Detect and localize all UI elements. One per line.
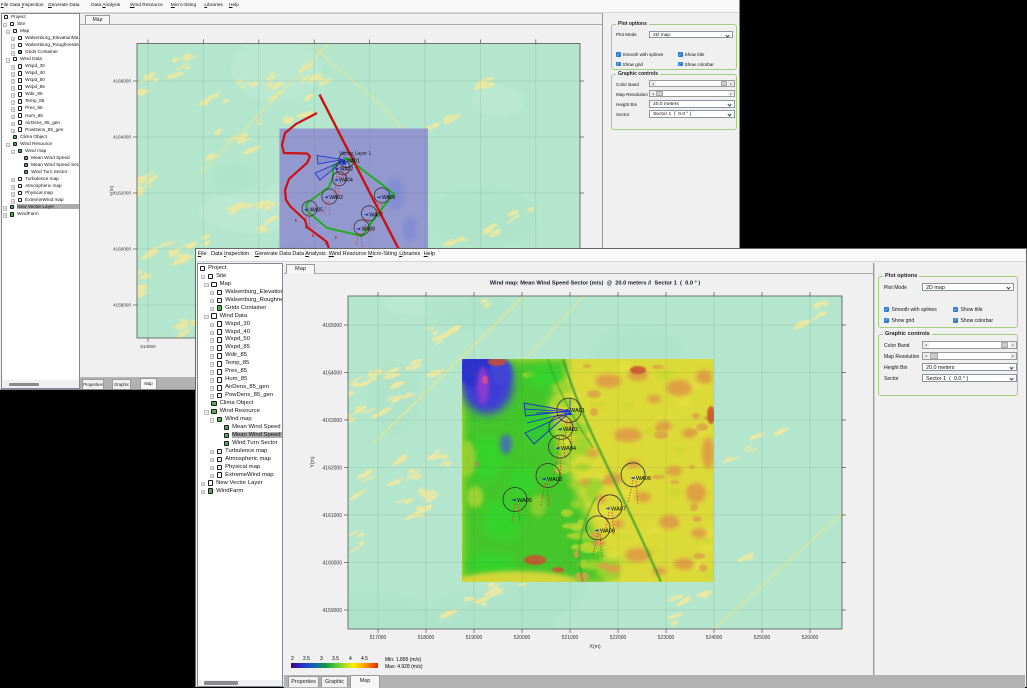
svg-text:525000: 525000 [754,635,771,641]
svg-text:WA05: WA05 [310,207,324,213]
svg-text:4162000: 4162000 [113,191,131,196]
svg-text:4163000: 4163000 [323,417,343,423]
svg-text:4162000: 4162000 [323,465,343,471]
svg-text:WA05: WA05 [517,497,532,503]
svg-text:WA06: WA06 [382,195,396,201]
svg-text:518000: 518000 [418,635,435,641]
svg-text:517000: 517000 [370,635,387,641]
svg-text:WA02: WA02 [340,167,354,173]
svg-text:526000: 526000 [802,635,819,641]
svg-text:Y(m): Y(m) [310,456,316,468]
svg-text:4166000: 4166000 [113,79,131,84]
svg-text:WA07: WA07 [611,506,626,512]
svg-text:WA03: WA03 [547,476,562,482]
svg-text:4158000: 4158000 [113,303,131,308]
svg-text:WA02: WA02 [563,427,578,433]
svg-text:WA08: WA08 [362,227,376,233]
svg-text:4160000: 4160000 [113,247,131,252]
svg-text:WA03: WA03 [329,195,343,201]
svg-text:Y(m): Y(m) [109,185,115,196]
svg-text:522000: 522000 [610,635,627,641]
svg-text:WA08: WA08 [600,528,615,534]
svg-text:4164000: 4164000 [113,135,131,140]
svg-text:X(m): X(m) [589,644,601,650]
svg-text:WA01: WA01 [570,407,585,413]
svg-text:WA04: WA04 [339,178,353,184]
svg-text:4159000: 4159000 [323,607,343,613]
svg-text:4164000: 4164000 [323,370,343,376]
svg-text:521000: 521000 [562,635,579,641]
svg-text:WA04: WA04 [561,446,576,452]
svg-text:519000: 519000 [466,635,483,641]
svg-text:523000: 523000 [658,635,675,641]
svg-text:4165000: 4165000 [323,322,343,328]
svg-text:520000: 520000 [514,635,531,641]
svg-text:WA01: WA01 [347,159,361,165]
svg-text:514000: 514000 [140,344,156,349]
svg-text:Vector Layer 1: Vector Layer 1 [339,151,371,157]
svg-text:Wind map: Mean Wind Speed Sect: Wind map: Mean Wind Speed Sector (m/s) @… [490,280,701,286]
svg-text:WA06: WA06 [636,475,651,481]
svg-text:WA07: WA07 [370,212,384,218]
svg-text:4161000: 4161000 [323,512,343,518]
svg-text:524000: 524000 [706,635,723,641]
svg-text:4160000: 4160000 [323,560,343,566]
